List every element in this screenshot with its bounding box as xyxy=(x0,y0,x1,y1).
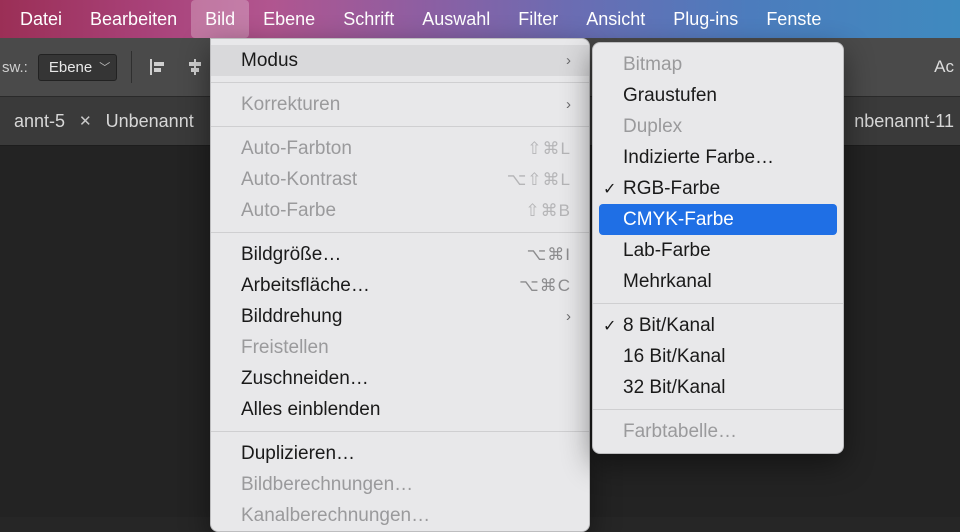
menu-item-label: Bitmap xyxy=(623,54,682,76)
submenu-arrow-icon: › xyxy=(526,308,571,325)
menu-auswahl[interactable]: Auswahl xyxy=(408,0,504,38)
menu-item[interactable]: Zuschneiden… xyxy=(211,363,589,394)
sw-label: sw.: xyxy=(2,59,28,76)
menu-shortcut: ⇧⌘B xyxy=(485,201,571,221)
close-icon[interactable]: ✕ xyxy=(79,112,92,130)
menu-item-label: Kanalberechnungen… xyxy=(241,505,430,527)
menu-item: Korrekturen › xyxy=(211,89,589,120)
menu-item-label: CMYK-Farbe xyxy=(623,209,734,231)
menu-item-label: Bildgröße… xyxy=(241,244,341,266)
menu-ansicht[interactable]: Ansicht xyxy=(572,0,659,38)
menu-separator xyxy=(211,431,589,432)
separator xyxy=(131,51,132,83)
menu-item-label: Modus xyxy=(241,50,298,72)
menu-filter[interactable]: Filter xyxy=(504,0,572,38)
menu-item[interactable]: Bildgröße… ⌥⌘I xyxy=(211,239,589,270)
menu-separator xyxy=(211,82,589,83)
align-center-icon[interactable] xyxy=(182,54,208,80)
menu-item: Duplex xyxy=(593,111,843,142)
menu-separator xyxy=(211,126,589,127)
document-tab[interactable]: nbenannt-11 xyxy=(854,96,960,146)
tab-label: Unbenannt xyxy=(106,111,194,132)
menu-item[interactable]: Arbeitsfläche… ⌥⌘C xyxy=(211,270,589,301)
menu-datei[interactable]: Datei xyxy=(6,0,76,38)
menu-item: Kanalberechnungen… xyxy=(211,500,589,531)
menu-item[interactable]: Indizierte Farbe… xyxy=(593,142,843,173)
app-menubar: Datei Bearbeiten Bild Ebene Schrift Ausw… xyxy=(0,0,960,38)
menu-item: Bitmap xyxy=(593,49,843,80)
menu-item-label: Duplizieren… xyxy=(241,443,355,465)
document-tab[interactable]: annt-5 xyxy=(0,97,79,145)
menu-item-label: Indizierte Farbe… xyxy=(623,147,774,169)
menu-shortcut: ⌥⌘I xyxy=(487,245,571,265)
menu-item-label: Arbeitsfläche… xyxy=(241,275,370,297)
submenu-arrow-icon: › xyxy=(526,52,571,69)
menu-item-label: Farbtabelle… xyxy=(623,421,737,443)
menu-item-label: Alles einblenden xyxy=(241,399,380,421)
menu-item[interactable]: 32 Bit/Kanal xyxy=(593,372,843,403)
menu-separator xyxy=(593,409,843,410)
check-icon: ✓ xyxy=(603,316,616,336)
menu-item: Auto-Kontrast ⌥⇧⌘L xyxy=(211,164,589,195)
menu-item: Farbtabelle… xyxy=(593,416,843,447)
menu-item-label: Auto-Farbe xyxy=(241,200,336,222)
menu-item-label: Mehrkanal xyxy=(623,271,712,293)
menu-item[interactable]: Graustufen xyxy=(593,80,843,111)
menu-item[interactable]: ✓ RGB-Farbe xyxy=(593,173,843,204)
menu-bild[interactable]: Bild xyxy=(191,0,249,38)
menu-item-label: Auto-Farbton xyxy=(241,138,352,160)
chevron-down-icon: ﹀ xyxy=(99,59,110,75)
menu-item-label: Zuschneiden… xyxy=(241,368,369,390)
menu-item[interactable]: Duplizieren… xyxy=(211,438,589,469)
check-icon: ✓ xyxy=(603,179,616,199)
menu-item-label: Bildberechnungen… xyxy=(241,474,413,496)
menu-item-label: 32 Bit/Kanal xyxy=(623,377,725,399)
menu-item: Auto-Farbton ⇧⌘L xyxy=(211,133,589,164)
menu-item-label: Duplex xyxy=(623,116,682,138)
menu-ebene[interactable]: Ebene xyxy=(249,0,329,38)
menu-item: Freistellen xyxy=(211,332,589,363)
menu-item-label: Auto-Kontrast xyxy=(241,169,357,191)
align-left-icon[interactable] xyxy=(146,54,172,80)
menu-schrift[interactable]: Schrift xyxy=(329,0,408,38)
menu-item[interactable]: Modus › xyxy=(211,45,589,76)
menu-separator xyxy=(593,303,843,304)
menu-shortcut: ⌥⌘C xyxy=(479,276,571,296)
menu-separator xyxy=(211,232,589,233)
menu-item: Auto-Farbe ⇧⌘B xyxy=(211,195,589,226)
menu-bearbeiten[interactable]: Bearbeiten xyxy=(76,0,191,38)
menu-shortcut: ⌥⇧⌘L xyxy=(467,170,571,190)
menu-item-label: Graustufen xyxy=(623,85,717,107)
menu-fenster[interactable]: Fenste xyxy=(752,0,835,38)
layer-select[interactable]: Ebene ﹀ xyxy=(38,54,117,81)
menu-item: Bildberechnungen… xyxy=(211,469,589,500)
menu-shortcut: ⇧⌘L xyxy=(487,139,571,159)
menu-plugins[interactable]: Plug-ins xyxy=(659,0,752,38)
tab-label: annt-5 xyxy=(14,111,65,132)
menu-item[interactable]: Lab-Farbe xyxy=(593,235,843,266)
menu-item[interactable]: 16 Bit/Kanal xyxy=(593,341,843,372)
menu-item-label: 16 Bit/Kanal xyxy=(623,346,725,368)
modus-submenu: Bitmap Graustufen Duplex Indizierte Farbe… ✓… xyxy=(592,42,844,454)
menu-item-label: Lab-Farbe xyxy=(623,240,711,262)
layer-select-value: Ebene xyxy=(49,59,92,76)
menu-item[interactable]: ✓ 8 Bit/Kanal xyxy=(593,310,843,341)
menu-item[interactable]: Bilddrehung › xyxy=(211,301,589,332)
menu-item[interactable]: Mehrkanal xyxy=(593,266,843,297)
menu-item[interactable]: Alles einblenden xyxy=(211,394,589,425)
menu-item[interactable]: CMYK-Farbe xyxy=(599,204,837,235)
menu-item-label: Bilddrehung xyxy=(241,306,342,328)
menu-item-label: Freistellen xyxy=(241,337,329,359)
bild-menu: Modus › Korrekturen › Auto-Farbton ⇧⌘L Auto-Ko… xyxy=(210,38,590,532)
menu-item-label: RGB-Farbe xyxy=(623,178,720,200)
menu-item-label: Korrekturen xyxy=(241,94,340,116)
document-tab[interactable]: Unbenannt xyxy=(92,97,208,145)
menu-item-label: 8 Bit/Kanal xyxy=(623,315,715,337)
toolbar-right-fragment: Ac xyxy=(934,38,960,96)
submenu-arrow-icon: › xyxy=(526,96,571,113)
